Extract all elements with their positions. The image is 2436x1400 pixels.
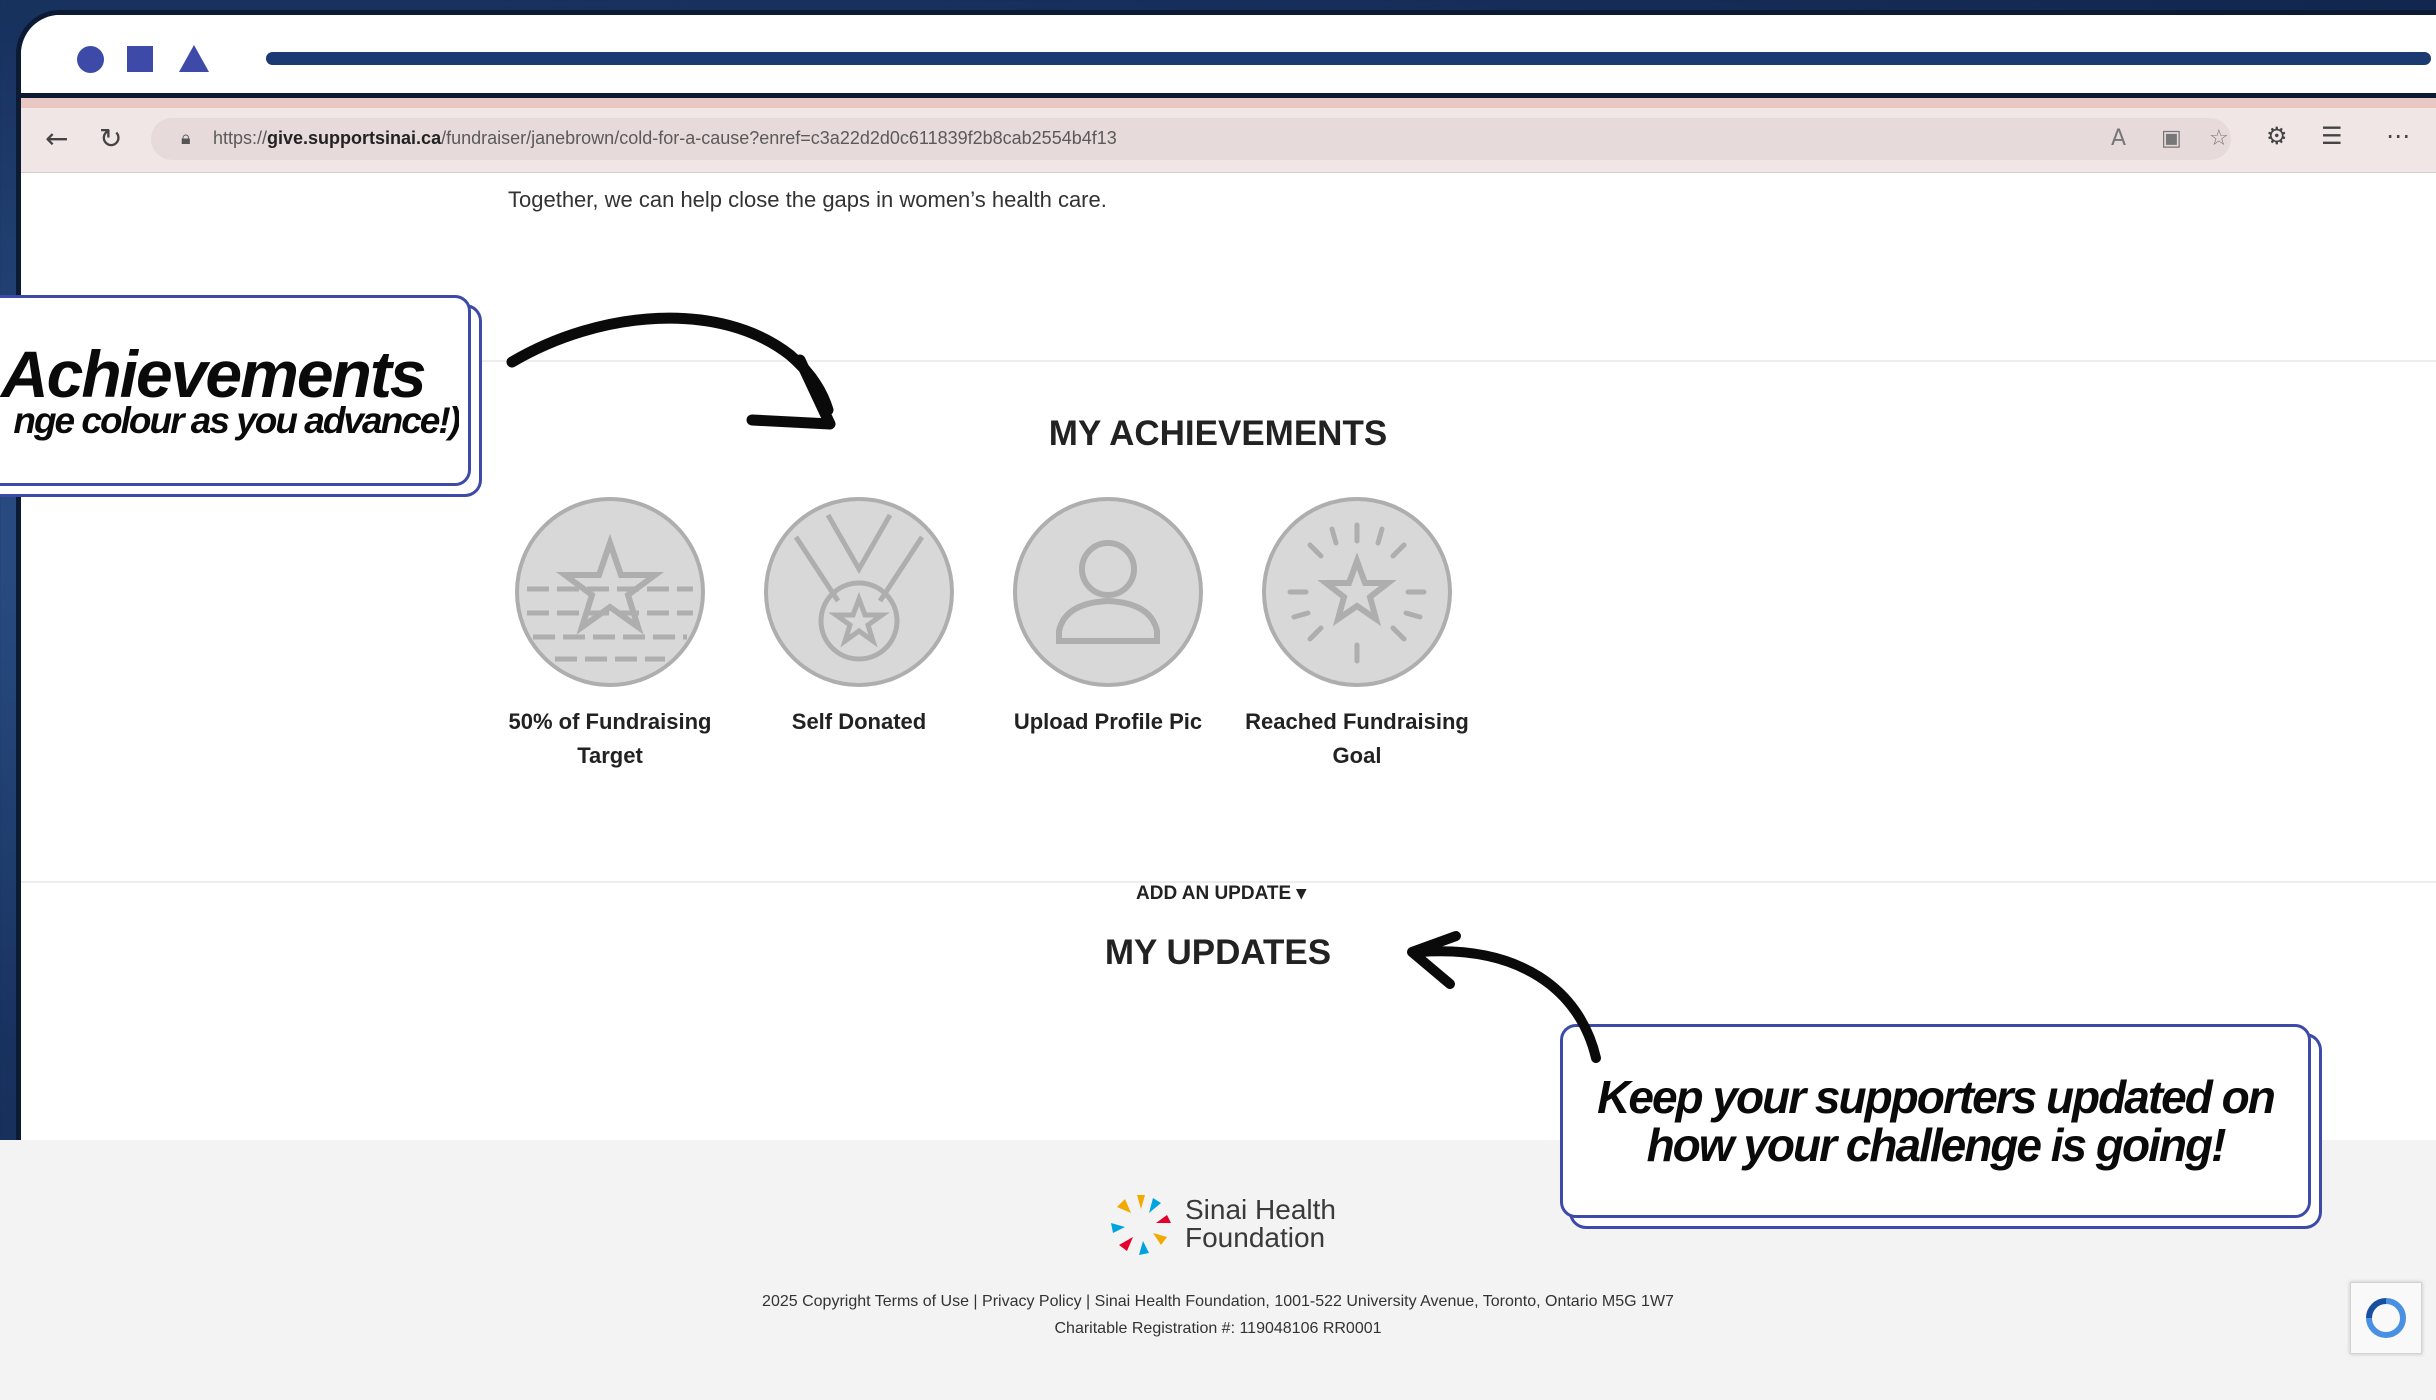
arrow-head — [1407, 931, 1461, 989]
arrow-to-achievements — [506, 312, 834, 416]
annotation-arrows — [506, 312, 1601, 1063]
arrow-to-updates — [1415, 946, 1601, 1063]
arrow-head — [746, 354, 836, 430]
